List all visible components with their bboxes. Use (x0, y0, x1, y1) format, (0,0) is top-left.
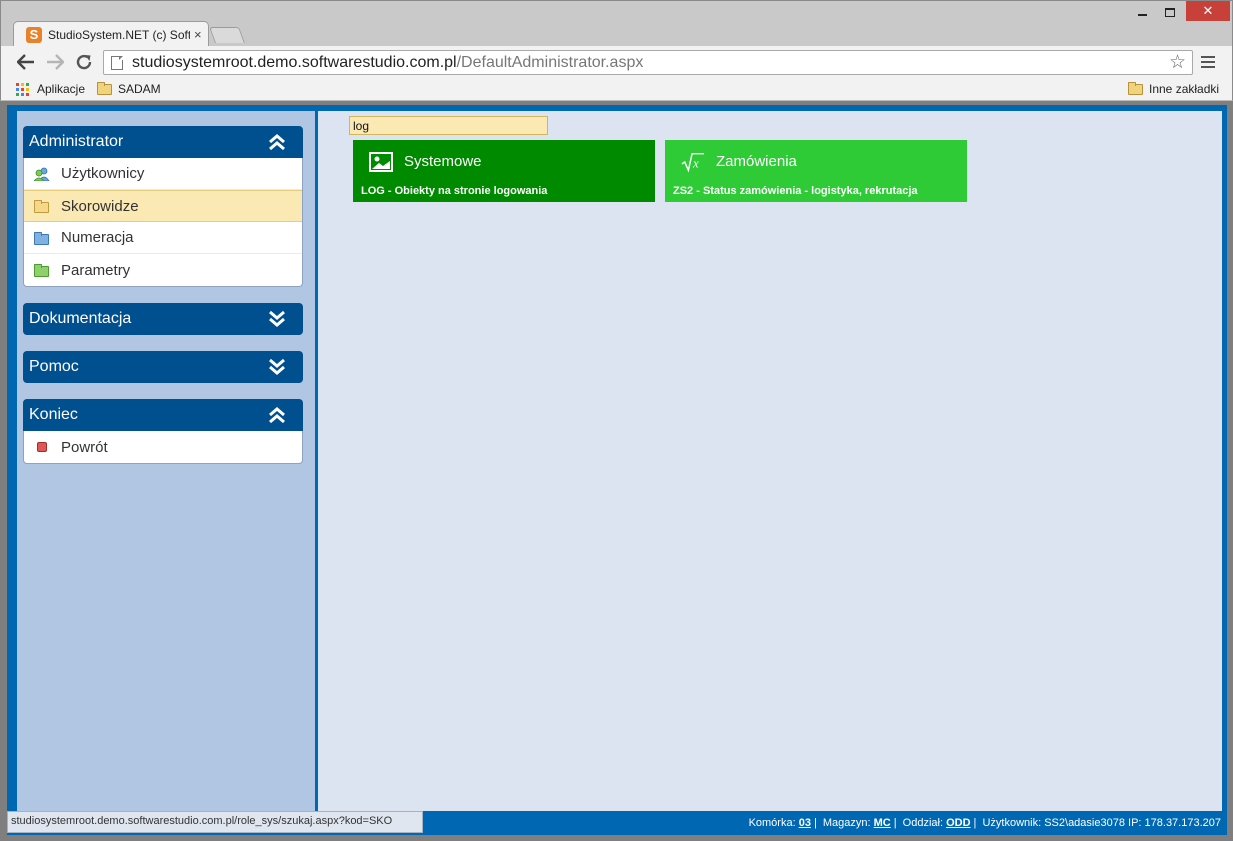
bookmark-apps[interactable]: Aplikacje (16, 82, 85, 96)
address-bar[interactable]: studiosystemroot.demo.softwarestudio.com… (103, 50, 1193, 75)
panel-dokumentacja: Dokumentacja (23, 303, 303, 335)
sidebar-item-skorowidze[interactable]: Skorowidze (24, 190, 302, 222)
window-close-button[interactable]: ✕ (1186, 1, 1230, 21)
panel-dokumentacja-header[interactable]: Dokumentacja (23, 303, 303, 335)
tile-title: Systemowe (404, 153, 482, 170)
tile-zamowienia[interactable]: x Zamówienia ZS2 - Status zamówienia - l… (665, 140, 967, 202)
collapse-chevron-icon[interactable] (267, 406, 287, 424)
panel-koniec-header[interactable]: Koniec (23, 399, 303, 431)
bookmark-sadam[interactable]: SADAM (97, 81, 161, 96)
sidebar-item-powrot[interactable]: Powrót (24, 431, 302, 463)
forward-icon[interactable] (44, 51, 66, 73)
tile-description: LOG - Obiekty na stronie logowania (361, 185, 548, 197)
collapse-chevron-icon[interactable] (267, 133, 287, 151)
tile-systemowe[interactable]: Systemowe LOG - Obiekty na stronie logow… (353, 140, 655, 202)
magazyn-link[interactable]: MC (874, 817, 891, 829)
user-value: SS2\adasie3078 (1044, 817, 1125, 829)
svg-text:x: x (692, 156, 699, 171)
sidebar-item-label: Użytkownicy (61, 165, 145, 182)
folder-icon (97, 81, 112, 95)
panel-koniec-body: Powrót (23, 431, 303, 464)
bookmark-apps-label: Aplikacje (37, 82, 86, 96)
folder-yellow-icon (34, 199, 50, 213)
new-tab-button[interactable] (209, 27, 245, 43)
expand-chevron-icon[interactable] (267, 358, 287, 376)
status-bar-info: Komórka: 03 | Magazyn: MC | Oddział: ODD | … (748, 817, 1221, 829)
bookmark-other-label: Inne zakładki (1149, 82, 1220, 96)
sidebar-item-label: Powrót (61, 438, 108, 456)
panel-title: Koniec (29, 406, 78, 423)
tile-description: ZS2 - Status zamówienia - logistyka, rek… (673, 185, 918, 197)
panel-koniec: Koniec Powrót (23, 399, 303, 464)
studiosystem-logo-icon: S (26, 26, 42, 43)
bookmark-sadam-label: SADAM (118, 82, 161, 96)
minimize-button[interactable] (1129, 1, 1155, 23)
bookmark-other[interactable]: Inne zakładki (1128, 81, 1220, 96)
browser-toolbar: studiosystemroot.demo.softwarestudio.com… (0, 46, 1233, 79)
panel-pomoc: Pomoc (23, 351, 303, 383)
status-hover-url: studiosystemroot.demo.softwarestudio.com… (7, 811, 423, 833)
tab-title: StudioSystem.NET (c) Soft (48, 27, 190, 42)
sidebar-item-label: Numeracja (61, 229, 134, 246)
tab-close-icon[interactable]: × (194, 27, 202, 42)
bookmarks-bar: Aplikacje SADAM Inne zakładki (0, 79, 1233, 101)
users-icon (34, 167, 50, 181)
folder-icon (1128, 81, 1143, 95)
sidebar-item-parametry[interactable]: Parametry (24, 254, 302, 286)
reload-icon[interactable] (73, 51, 95, 73)
panel-title: Dokumentacja (29, 310, 132, 327)
main-content: Systemowe LOG - Obiekty na stronie logow… (318, 111, 1222, 811)
sidebar-item-uzytkownicy[interactable]: Użytkownicy (24, 158, 302, 190)
tile-title: Zamówienia (716, 153, 797, 170)
maximize-icon (1165, 7, 1175, 17)
folder-blue-icon (34, 231, 50, 245)
bookmark-star-icon[interactable]: ☆ (1169, 51, 1186, 74)
square-root-icon: x (681, 152, 705, 173)
minimize-icon (1137, 14, 1147, 16)
ip-value: 178.37.173.207 (1144, 817, 1221, 829)
browser-tab[interactable]: S StudioSystem.NET (c) Soft × (13, 21, 209, 47)
sidebar-item-label: Parametry (61, 261, 131, 279)
komorka-link[interactable]: 03 (799, 817, 811, 829)
oddzial-link[interactable]: ODD (946, 817, 970, 829)
panel-administrator-body: Użytkownicy Skorowidze Numeracja Paramet… (23, 158, 303, 287)
back-icon[interactable] (15, 51, 37, 73)
panel-administrator-header[interactable]: Administrator (23, 126, 303, 158)
image-icon (369, 152, 393, 172)
close-icon: ✕ (1202, 3, 1214, 18)
sidebar-item-label: Skorowidze (61, 197, 139, 215)
sidebar-item-numeracja[interactable]: Numeracja (24, 222, 302, 254)
sidebar: Administrator Użytkownicy Skorowidze Num… (17, 111, 315, 811)
browser-menu-icon[interactable] (1200, 54, 1216, 70)
panel-title: Administrator (29, 133, 124, 150)
browser-title-bar: ✕ S StudioSystem.NET (c) Soft × (0, 0, 1233, 47)
expand-chevron-icon[interactable] (267, 310, 287, 328)
page-viewport: Administrator Użytkownicy Skorowidze Num… (7, 105, 1227, 835)
panel-pomoc-header[interactable]: Pomoc (23, 351, 303, 383)
stop-icon (34, 440, 50, 454)
folder-green-icon (34, 263, 50, 277)
url-text: studiosystemroot.demo.softwarestudio.com… (132, 53, 644, 71)
panel-title: Pomoc (29, 358, 79, 375)
page-icon (111, 55, 123, 70)
search-input[interactable] (349, 116, 548, 135)
maximize-button[interactable] (1157, 1, 1183, 23)
panel-administrator: Administrator Użytkownicy Skorowidze Num… (23, 126, 303, 287)
apps-grid-icon (16, 82, 29, 96)
